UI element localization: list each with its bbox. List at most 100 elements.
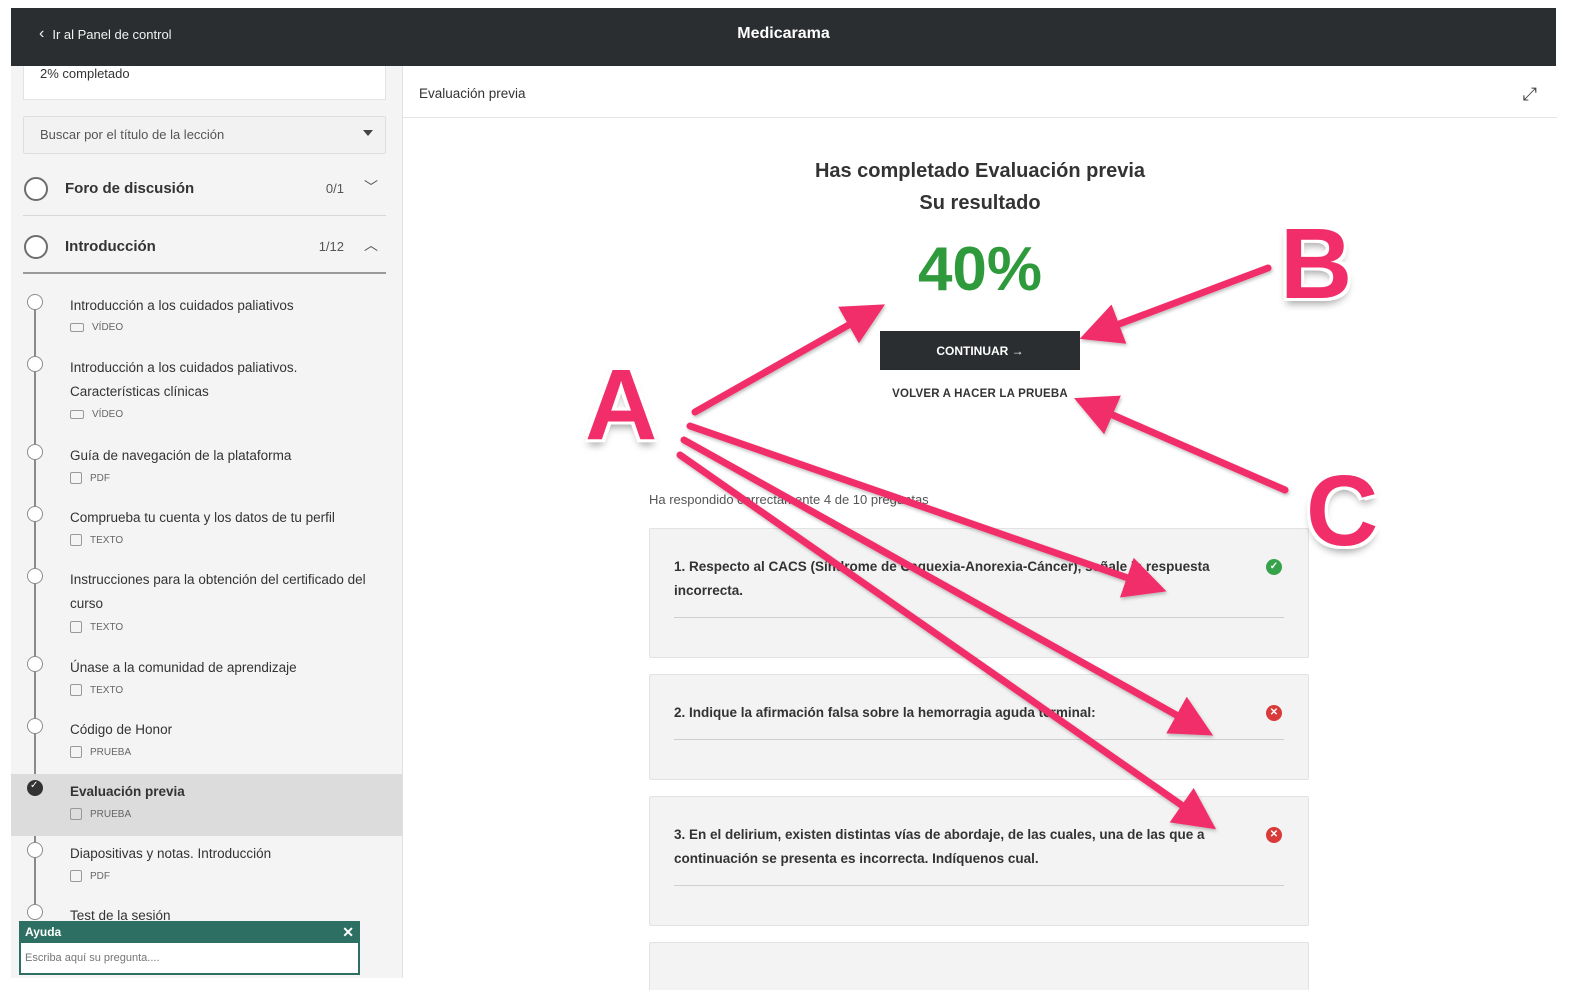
annotation-label-a: A [585,349,658,461]
question-card[interactable]: 1. Respecto al CACS (Síndrome de Caquexi… [649,528,1309,658]
document-icon [70,472,82,484]
retry-quiz-button[interactable]: VOLVER A HACER LA PRUEBA [880,388,1080,400]
lesson-item[interactable]: Diapositivas y notas. Introducción PDF [11,836,402,898]
section-introduction[interactable]: Introducción 1/12 ︿ [23,222,386,274]
question-card[interactable]: 2. Indique la afirmación falsa sobre la … [649,674,1309,780]
lesson-item[interactable]: Instrucciones para la obtención del cert… [11,562,402,650]
lesson-status-dot [27,356,43,372]
correct-check-icon: ✓ [1266,559,1282,575]
text-icon [70,684,82,696]
section-label: Introducción [65,238,156,255]
lesson-type: PDF [90,870,110,882]
lesson-search-dropdown[interactable]: Buscar por el título de la lección [23,116,386,154]
video-icon [70,323,84,332]
lesson-title: Únase a la comunidad de aprendizaje [70,660,297,675]
lesson-title: Comprueba tu cuenta y los datos de tu pe… [70,510,335,525]
lesson-status-dot [27,294,43,310]
lesson-meta: TEXTO [70,621,123,633]
lesson-item[interactable]: Introducción a los cuidados paliativos V… [11,288,402,350]
lesson-type: VÍDEO [92,409,124,420]
lesson-title: Diapositivas y notas. Introducción [70,846,272,861]
top-bar: ‹ Ir al Panel de control Medicarama [11,8,1556,66]
quiz-icon [70,746,82,758]
lesson-item[interactable]: Únase a la comunidad de aprendizaje TEXT… [11,650,402,712]
chevron-up-icon: ︿ [364,237,378,253]
close-icon[interactable]: ✕ [342,924,354,941]
lesson-meta: VÍDEO [70,322,123,333]
section-progress-ring-icon [24,177,48,201]
lesson-title: Instrucciones para la obtención del cert… [70,572,366,611]
lesson-type: TEXTO [90,534,124,546]
lesson-status-dot [27,568,43,584]
lesson-item[interactable]: Introducción a los cuidados paliativos. … [11,350,402,438]
lesson-title: Código de Honor [70,722,173,737]
progress-panel: 2% completado [23,66,386,100]
content-title: Evaluación previa [419,86,526,101]
lesson-sidebar: 2% completado Buscar por el título de la… [11,66,402,978]
lesson-meta: PRUEBA [70,808,131,820]
help-question-input[interactable] [21,943,358,973]
lesson-title: Guía de navegación de la plataforma [70,448,292,463]
main-content: Evaluación previa ⤢ Has completado Evalu… [402,66,1557,990]
lesson-item[interactable]: Comprueba tu cuenta y los datos de tu pe… [11,500,402,562]
lesson-type: PDF [90,472,110,484]
lesson-type: TEXTO [90,621,124,633]
lesson-status-dot [27,718,43,734]
course-title: Medicarama [737,25,830,42]
text-icon [70,621,82,633]
screenshot-stage: ‹ Ir al Panel de control Medicarama 2% c… [0,0,1572,990]
question-card-partial[interactable] [649,942,1309,990]
section-discussion-forum[interactable]: Foro de discusión 0/1 ﹀ [23,164,386,216]
lesson-status-dot [27,444,43,460]
section-count: 1/12 [318,239,344,254]
lesson-search-placeholder: Buscar por el título de la lección [40,127,225,142]
lesson-status-dot [27,506,43,522]
lesson-meta: TEXTO [70,534,123,546]
lesson-status-dot [27,904,43,920]
section-label: Foro de discusión [65,180,195,197]
incorrect-x-icon: ✕ [1266,827,1282,843]
lesson-meta: VÍDEO [70,409,123,420]
lesson-meta: PDF [70,870,110,882]
question-text: 1. Respecto al CACS (Síndrome de Caquexi… [674,559,1210,598]
progress-text: 2% completado [40,66,130,81]
expand-icon[interactable]: ⤢ [1523,84,1537,105]
result-subtitle: Su resultado [919,192,1041,214]
question-text: 3. En el delirium, existen distintas vía… [674,827,1205,866]
lesson-title: Evaluación previa [70,784,185,799]
incorrect-x-icon: ✕ [1266,705,1282,721]
lesson-meta: PDF [70,472,110,484]
question-card[interactable]: 3. En el delirium, existen distintas vía… [649,796,1309,926]
help-widget: Ayuda ✕ [19,921,360,975]
question-text: 2. Indique la afirmación falsa sobre la … [674,705,1096,720]
lesson-type: VÍDEO [92,322,124,333]
section-progress-ring-icon [24,235,48,259]
section-count: 0/1 [325,181,344,196]
lesson-type: TEXTO [90,684,124,696]
score-value: 40% [917,235,1043,304]
video-icon [70,410,84,419]
lesson-item[interactable]: Código de Honor PRUEBA [11,712,402,774]
lesson-meta: TEXTO [70,684,123,696]
help-header: Ayuda ✕ [21,923,358,943]
annotation-label-c: C [1306,455,1379,567]
content-header: Evaluación previa ⤢ [403,74,1557,118]
lesson-completed-icon [27,780,43,796]
lesson-item[interactable]: Guía de navegación de la plataforma PDF [11,438,402,500]
divider [674,617,1284,618]
divider [674,885,1284,886]
lesson-status-dot [27,842,43,858]
lesson-title: Introducción a los cuidados paliativos. … [70,360,298,399]
lesson-type: PRUEBA [90,808,132,820]
quiz-icon [70,808,82,820]
continue-button[interactable]: CONTINUAR → [880,331,1080,370]
lesson-status-dot [27,656,43,672]
lesson-item-active[interactable]: Evaluación previa PRUEBA [11,774,402,836]
lesson-meta: PRUEBA [70,746,131,758]
result-title: Has completado Evaluación previa [814,160,1146,182]
score-summary: Ha respondido correctamente 4 de 10 preg… [649,492,929,507]
annotation-label-b: B [1280,208,1353,320]
chevron-down-icon: ﹀ [364,179,378,195]
lesson-type: PRUEBA [90,746,132,758]
document-icon [70,870,82,882]
